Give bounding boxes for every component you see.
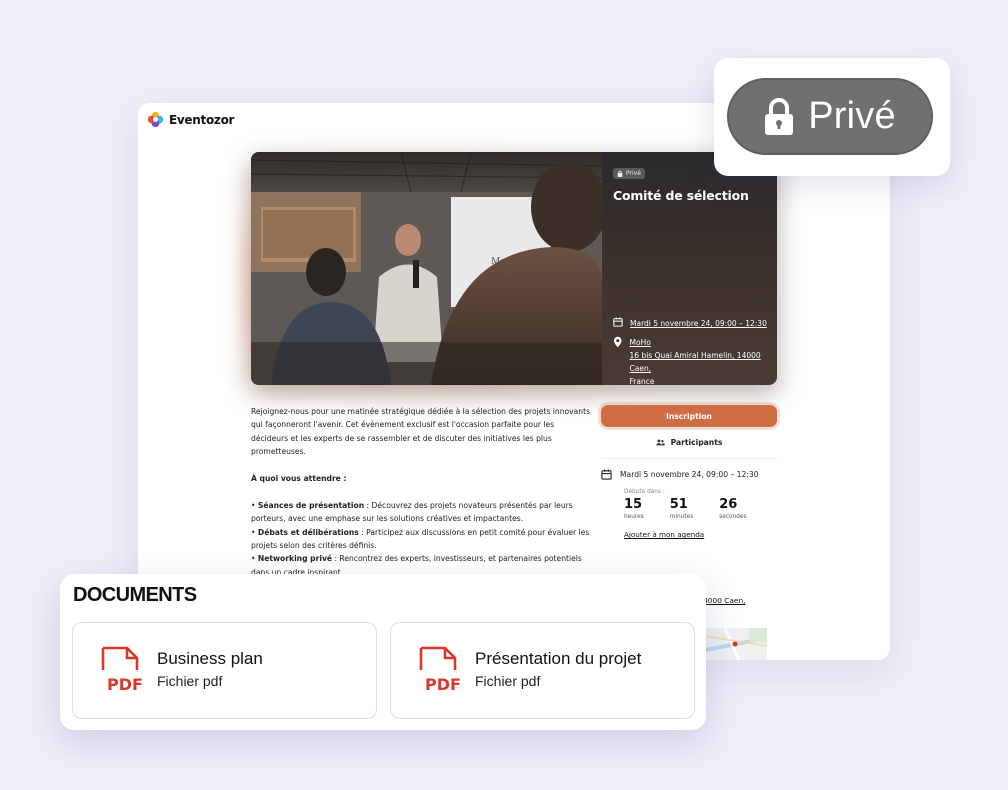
event-venue: MoHo xyxy=(629,338,651,347)
map-thumbnail[interactable] xyxy=(705,628,767,660)
document-text: Business plan Fichier pdf xyxy=(157,649,263,689)
brand[interactable]: Eventozor xyxy=(147,111,234,128)
event-photo: Meta xyxy=(251,152,602,385)
description-heading: À quoi vous attendre : xyxy=(251,474,347,484)
event-address-line2: France xyxy=(629,377,655,385)
event-date-row[interactable]: Mardi 5 novembre 24, 09:00 – 12:30 xyxy=(613,317,767,330)
pdf-file-icon: PDF xyxy=(419,646,461,694)
conference-photo-illustration: Meta xyxy=(251,152,602,385)
private-indicator-card: Privé xyxy=(714,58,950,176)
sidebar-date-row: Mardi 5 novembre 24, 09:00 – 12:30 xyxy=(601,469,777,480)
event-hero: Meta Privé Comité de sélection xyxy=(251,152,777,385)
event-date: Mardi 5 novembre 24, 09:00 – 12:30 xyxy=(630,319,767,328)
description-intro: Rejoignez-nous pour une matinée stratégi… xyxy=(251,407,591,457)
countdown-seconds: 26 secondes xyxy=(719,497,747,520)
document-tile-business-plan[interactable]: PDF Business plan Fichier pdf xyxy=(72,622,377,719)
people-icon xyxy=(655,439,665,446)
private-label: Privé xyxy=(808,95,896,137)
description-item: • Débats et délibérations : Participez a… xyxy=(251,527,590,551)
map-pin-icon xyxy=(613,336,622,348)
brand-name: Eventozor xyxy=(169,112,235,127)
document-text: Présentation du projet Fichier pdf xyxy=(475,649,641,689)
sidebar-date: Mardi 5 novembre 24, 09:00 – 12:30 xyxy=(620,470,759,479)
divider xyxy=(601,458,777,459)
description-item: • Séances de présentation : Découvrez de… xyxy=(251,500,573,524)
private-pill: Privé xyxy=(727,78,933,155)
calendar-icon xyxy=(613,317,623,327)
countdown-hours: 15 heures xyxy=(624,497,644,520)
event-title: Comité de sélection xyxy=(613,188,749,203)
eventozor-logo-icon xyxy=(147,111,164,128)
document-name: Business plan xyxy=(157,648,263,668)
document-type: Fichier pdf xyxy=(157,672,223,689)
register-button[interactable]: Inscription xyxy=(601,405,777,427)
svg-text:PDF: PDF xyxy=(425,675,461,694)
pdf-file-icon: PDF xyxy=(101,646,143,694)
document-tile-project-presentation[interactable]: PDF Présentation du projet Fichier pdf xyxy=(390,622,695,719)
participants-link[interactable]: Participants xyxy=(601,438,777,447)
countdown: 15 heures 51 minutes 26 secondes xyxy=(624,497,777,520)
private-badge-label: Privé xyxy=(626,170,641,177)
svg-text:PDF: PDF xyxy=(107,675,143,694)
documents-card: DOCUMENTS PDF Business plan Fichier pdf … xyxy=(60,574,706,730)
registration-sidebar: Inscription Participants Mardi 5 novembr… xyxy=(601,405,777,539)
participants-label: Participants xyxy=(670,438,723,447)
document-type: Fichier pdf xyxy=(475,672,541,689)
document-name: Présentation du projet xyxy=(475,648,642,668)
private-badge: Privé xyxy=(613,168,645,179)
calendar-icon xyxy=(601,469,612,480)
lock-icon xyxy=(617,170,623,177)
documents-title: DOCUMENTS xyxy=(73,584,197,606)
event-info-panel: Privé Comité de sélection Mardi 5 novemb… xyxy=(602,152,777,385)
add-to-agenda-link[interactable]: Ajouter à mon agenda xyxy=(624,530,777,539)
starts-in-label: Débute dans : xyxy=(624,489,665,495)
event-description: Rejoignez-nous pour une matinée stratégi… xyxy=(251,405,591,579)
event-address-line1: 16 bis Quai Amiral Hamelin, 14000 Caen, xyxy=(629,351,761,373)
lock-icon xyxy=(765,97,794,135)
event-location-row[interactable]: MoHo 16 bis Quai Amiral Hamelin, 14000 C… xyxy=(613,336,777,385)
countdown-minutes: 51 minutes xyxy=(669,497,694,520)
